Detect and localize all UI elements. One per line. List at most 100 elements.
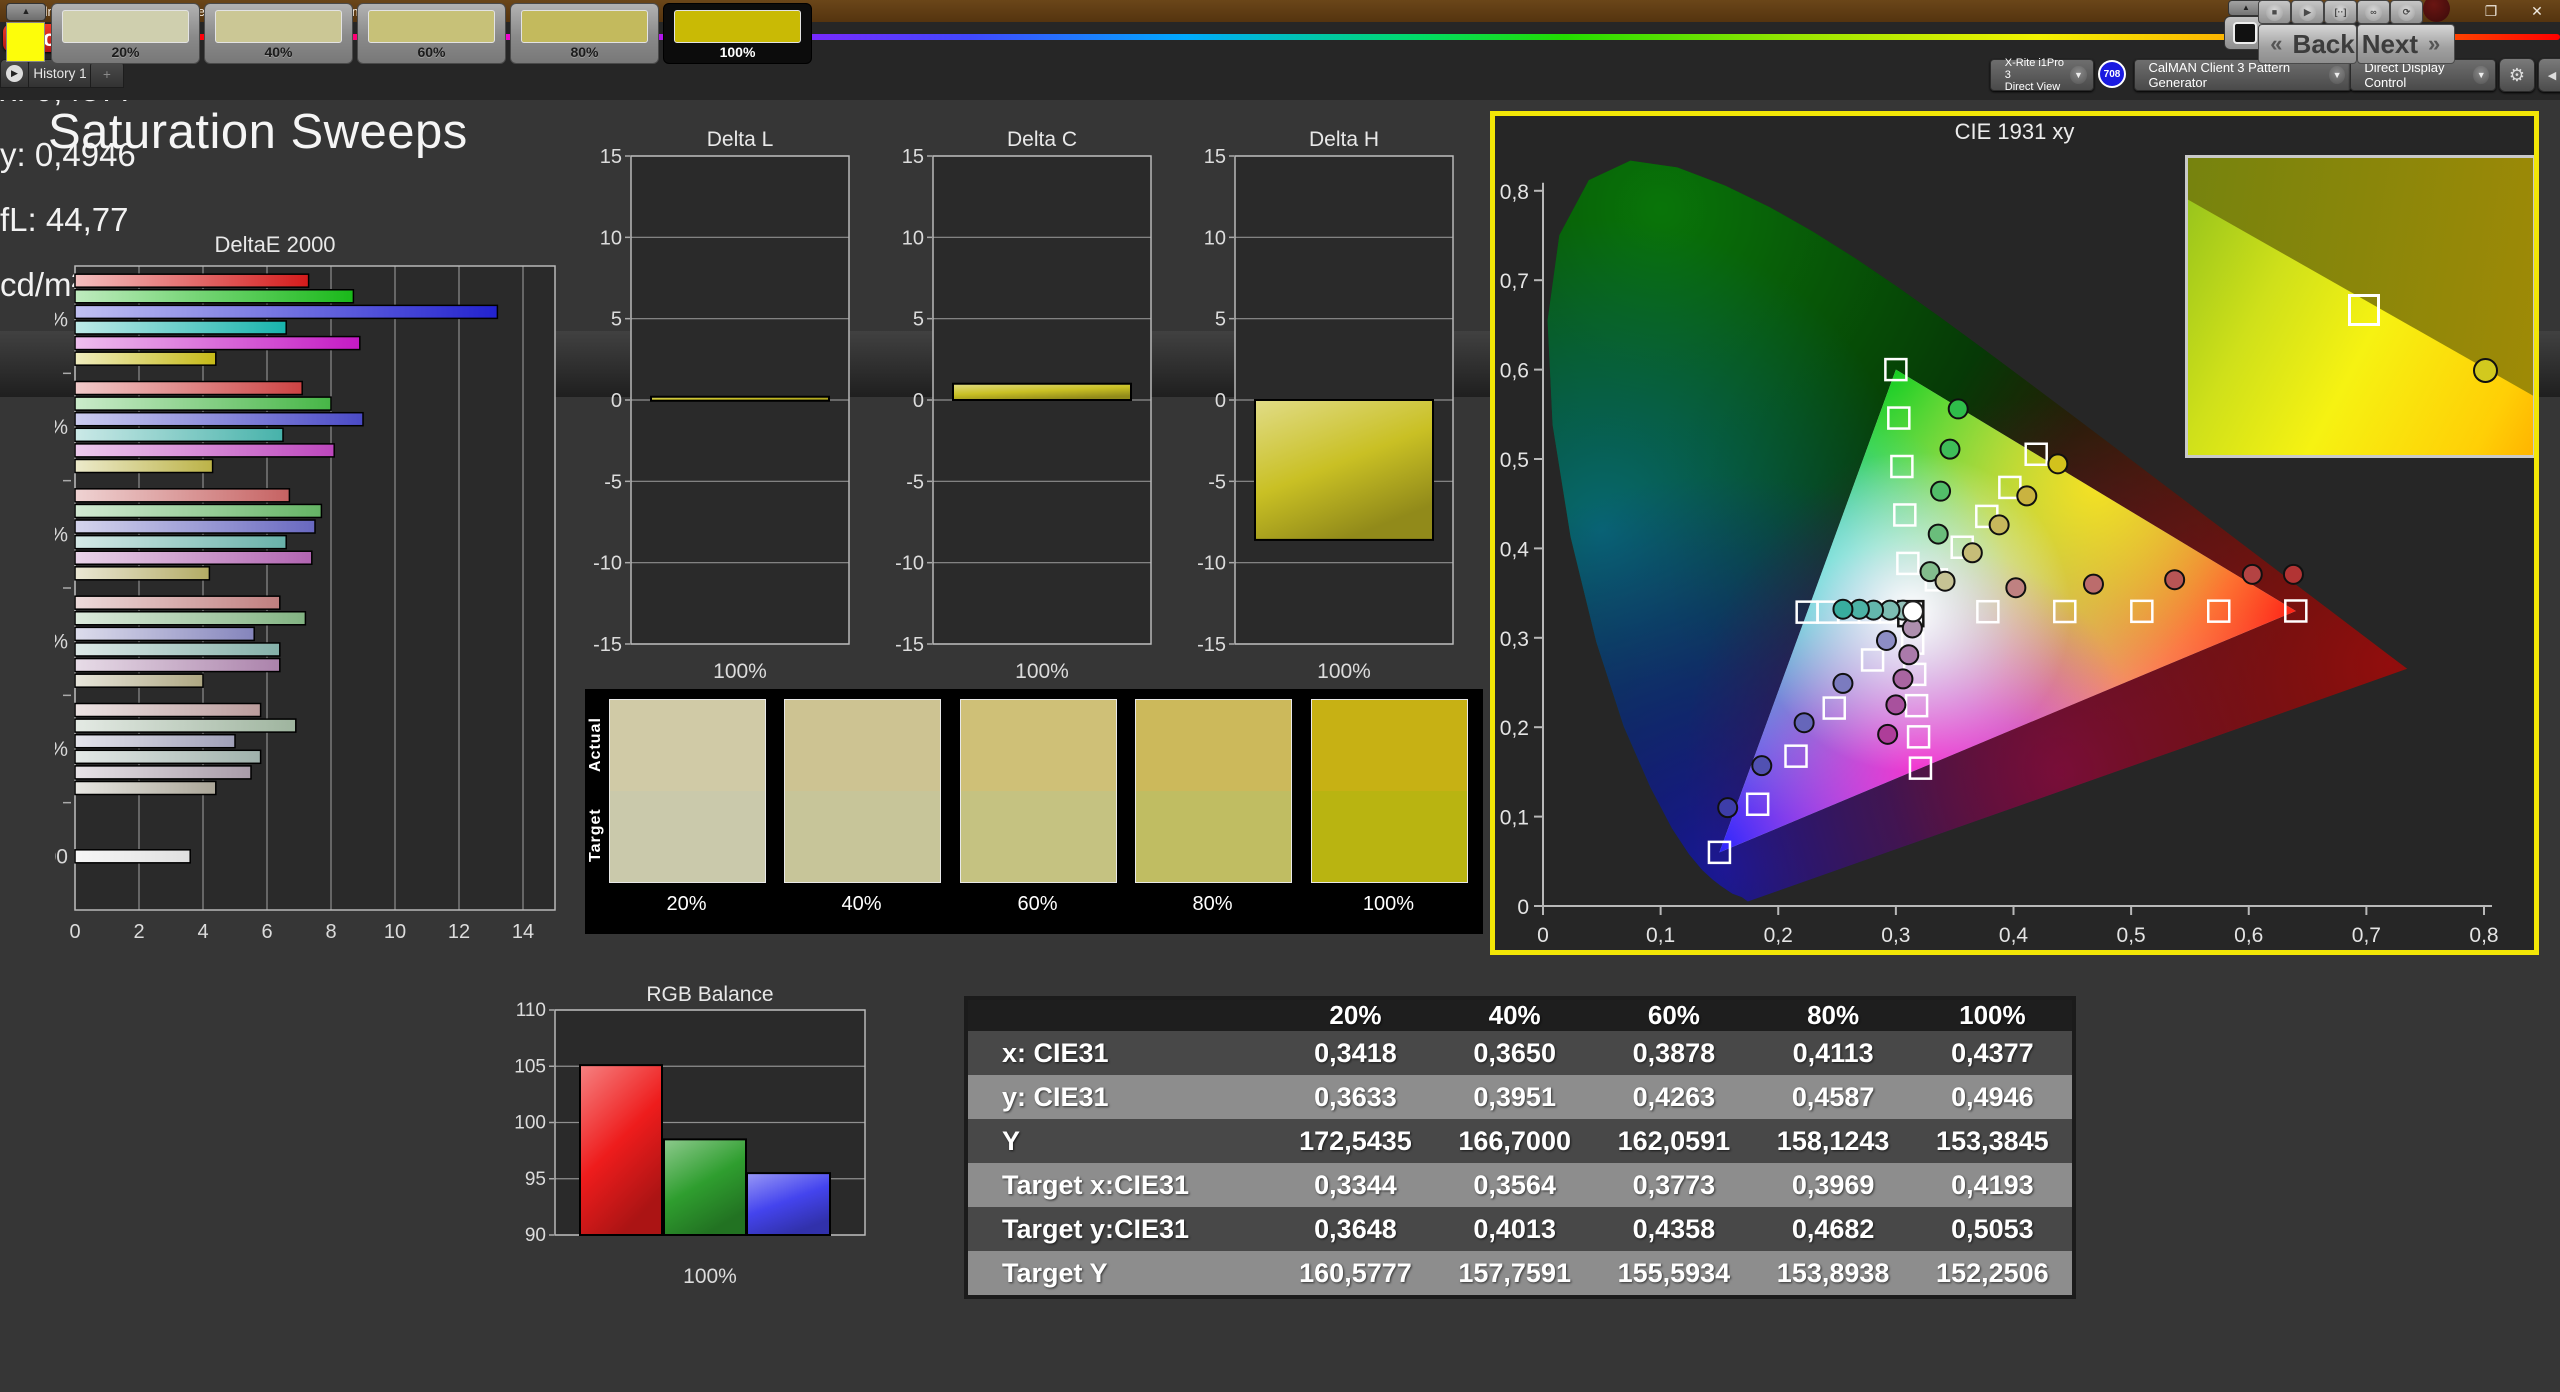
cie-measured-point xyxy=(1718,798,1737,817)
refresh-button[interactable]: ⟳ xyxy=(2390,0,2423,24)
svg-text:20%: 20% xyxy=(55,738,68,761)
cie-measured-point xyxy=(1936,572,1955,591)
svg-text:DeltaE 2000: DeltaE 2000 xyxy=(214,232,335,257)
svg-text:10: 10 xyxy=(902,227,924,249)
cie-measured-point xyxy=(1949,399,1968,418)
cie-measured-point xyxy=(1940,440,1959,459)
chevron-down-icon: ▼ xyxy=(2473,66,2489,84)
pattern-level-label: 60% xyxy=(358,44,505,60)
svg-text:6: 6 xyxy=(261,921,272,943)
table-body: x: CIE310,34180,36500,38780,41130,4377y:… xyxy=(968,1031,2072,1295)
swatch-row-label: Actual xyxy=(587,699,607,790)
table-column-header: 100% xyxy=(1913,1000,2072,1031)
pattern-window-badge[interactable]: 708 xyxy=(2098,60,2126,88)
table-cell: 0,4946 xyxy=(1913,1075,2072,1119)
target-swatch xyxy=(1312,791,1467,882)
back-button[interactable]: « Back xyxy=(2258,24,2357,64)
deltae-bar xyxy=(75,489,289,502)
cie-measured-point xyxy=(2165,570,2184,589)
settings-button[interactable]: ⚙ xyxy=(2499,58,2535,92)
svg-text:0,5: 0,5 xyxy=(1500,449,1529,472)
actual-swatch xyxy=(610,700,765,791)
svg-text:100%: 100% xyxy=(1015,660,1069,683)
next-button[interactable]: Next » xyxy=(2357,24,2455,64)
swatch-level-label: 40% xyxy=(784,893,939,916)
cie-measured-point xyxy=(2084,575,2103,594)
deltae-bar xyxy=(75,782,216,795)
add-tab-icon: + xyxy=(103,67,111,82)
table-cell: 0,4377 xyxy=(1913,1031,2072,1075)
svg-text:Delta L: Delta L xyxy=(707,128,774,151)
cie-chart-title: CIE 1931 xy xyxy=(1490,119,2539,145)
table-row: Target x:CIE310,33440,35640,37730,39690,… xyxy=(968,1163,2072,1207)
target-swatch xyxy=(1136,791,1291,882)
svg-text:0,4: 0,4 xyxy=(1500,538,1530,561)
gear-icon: ⚙ xyxy=(2509,65,2525,86)
pattern-window-button[interactable]: [··] xyxy=(2324,0,2357,24)
cie-measured-point xyxy=(1893,669,1912,688)
svg-text:0: 0 xyxy=(611,390,622,412)
svg-text:80%: 80% xyxy=(55,416,68,439)
tab-scroll-button[interactable]: ▶ xyxy=(0,59,29,88)
svg-text:110: 110 xyxy=(516,1000,546,1021)
stop-button[interactable]: ■ xyxy=(2258,0,2291,24)
add-tab-button[interactable]: + xyxy=(90,61,124,88)
svg-text:0,8: 0,8 xyxy=(2469,924,2498,947)
svg-text:15: 15 xyxy=(902,146,924,168)
swatch-level-label: 60% xyxy=(960,893,1115,916)
cie-1931-panel: 00,10,20,30,40,50,60,70,800,10,20,30,40,… xyxy=(1490,111,2539,955)
pattern-level-button-60%[interactable]: 60% xyxy=(357,3,506,64)
deltae-bar xyxy=(75,397,331,410)
play-icon: ▶ xyxy=(6,65,23,82)
svg-text:90: 90 xyxy=(525,1225,546,1246)
pattern-swatch xyxy=(368,10,495,43)
svg-text:100%: 100% xyxy=(55,309,68,332)
next-label: Next xyxy=(2362,29,2418,60)
deltae-bar xyxy=(75,413,363,426)
table-cell: 0,4682 xyxy=(1754,1207,1913,1251)
swatch-compare-40% xyxy=(784,699,941,883)
close-icon[interactable]: ✕ xyxy=(2522,0,2552,22)
pattern-level-button-80%[interactable]: 80% xyxy=(510,3,659,64)
cie-measured-point xyxy=(1963,543,1982,562)
meter-dropdown[interactable]: X-Rite i1Pro 3 Direct View ▼ xyxy=(1990,59,2094,91)
cie-measured-point xyxy=(1899,645,1918,664)
svg-text:-10: -10 xyxy=(1197,553,1226,575)
cie-measured-point xyxy=(1878,725,1897,744)
deltae-bar xyxy=(75,643,280,656)
pattern-level-button-20%[interactable]: 20% xyxy=(51,3,200,64)
pattern-bar-expand-button[interactable]: ▲ xyxy=(6,3,46,21)
svg-text:0,1: 0,1 xyxy=(1500,807,1529,830)
table-column-header: 60% xyxy=(1594,1000,1753,1031)
delta-l-chart: Delta L151050-5-10-15100% xyxy=(585,128,853,698)
pattern-level-button-40%[interactable]: 40% xyxy=(204,3,353,64)
deltae-bar xyxy=(75,504,321,517)
deltae-bar xyxy=(75,352,216,365)
svg-text:40%: 40% xyxy=(55,631,68,654)
collapse-panel-button[interactable]: ◀ xyxy=(2538,58,2560,92)
play-button[interactable]: ▶ xyxy=(2291,0,2324,24)
cie-measured-point xyxy=(2243,565,2262,584)
cie-measured-point xyxy=(1877,631,1896,650)
deltae-bar xyxy=(75,520,315,533)
continuous-button[interactable]: ∞ xyxy=(2357,0,2390,24)
svg-text:Delta H: Delta H xyxy=(1309,128,1379,151)
svg-text:0,3: 0,3 xyxy=(1881,924,1910,947)
swatch-compare-60% xyxy=(960,699,1117,883)
rgb-bar-G xyxy=(664,1139,746,1235)
swatch-row-label: Target xyxy=(587,790,607,881)
actual-swatch xyxy=(1136,700,1291,791)
rgb-bar-B xyxy=(747,1173,830,1235)
table-cell: 162,0591 xyxy=(1594,1119,1753,1163)
meter-name: X-Rite i1Pro 3 xyxy=(2005,57,2064,81)
table-cell: 0,4358 xyxy=(1594,1207,1753,1251)
actual-target-swatch-panel: ActualTarget20%40%60%80%100% xyxy=(585,689,1483,934)
pattern-level-button-100%[interactable]: 100% xyxy=(663,3,812,64)
svg-text:0: 0 xyxy=(1517,896,1529,919)
pattern-swatch xyxy=(215,10,342,43)
page-title: Saturation Sweeps xyxy=(48,104,468,160)
restore-icon[interactable]: ❐ xyxy=(2476,0,2506,22)
deltae-bar xyxy=(75,735,235,748)
svg-text:0: 0 xyxy=(1537,924,1549,947)
svg-text:0,7: 0,7 xyxy=(1500,270,1529,293)
